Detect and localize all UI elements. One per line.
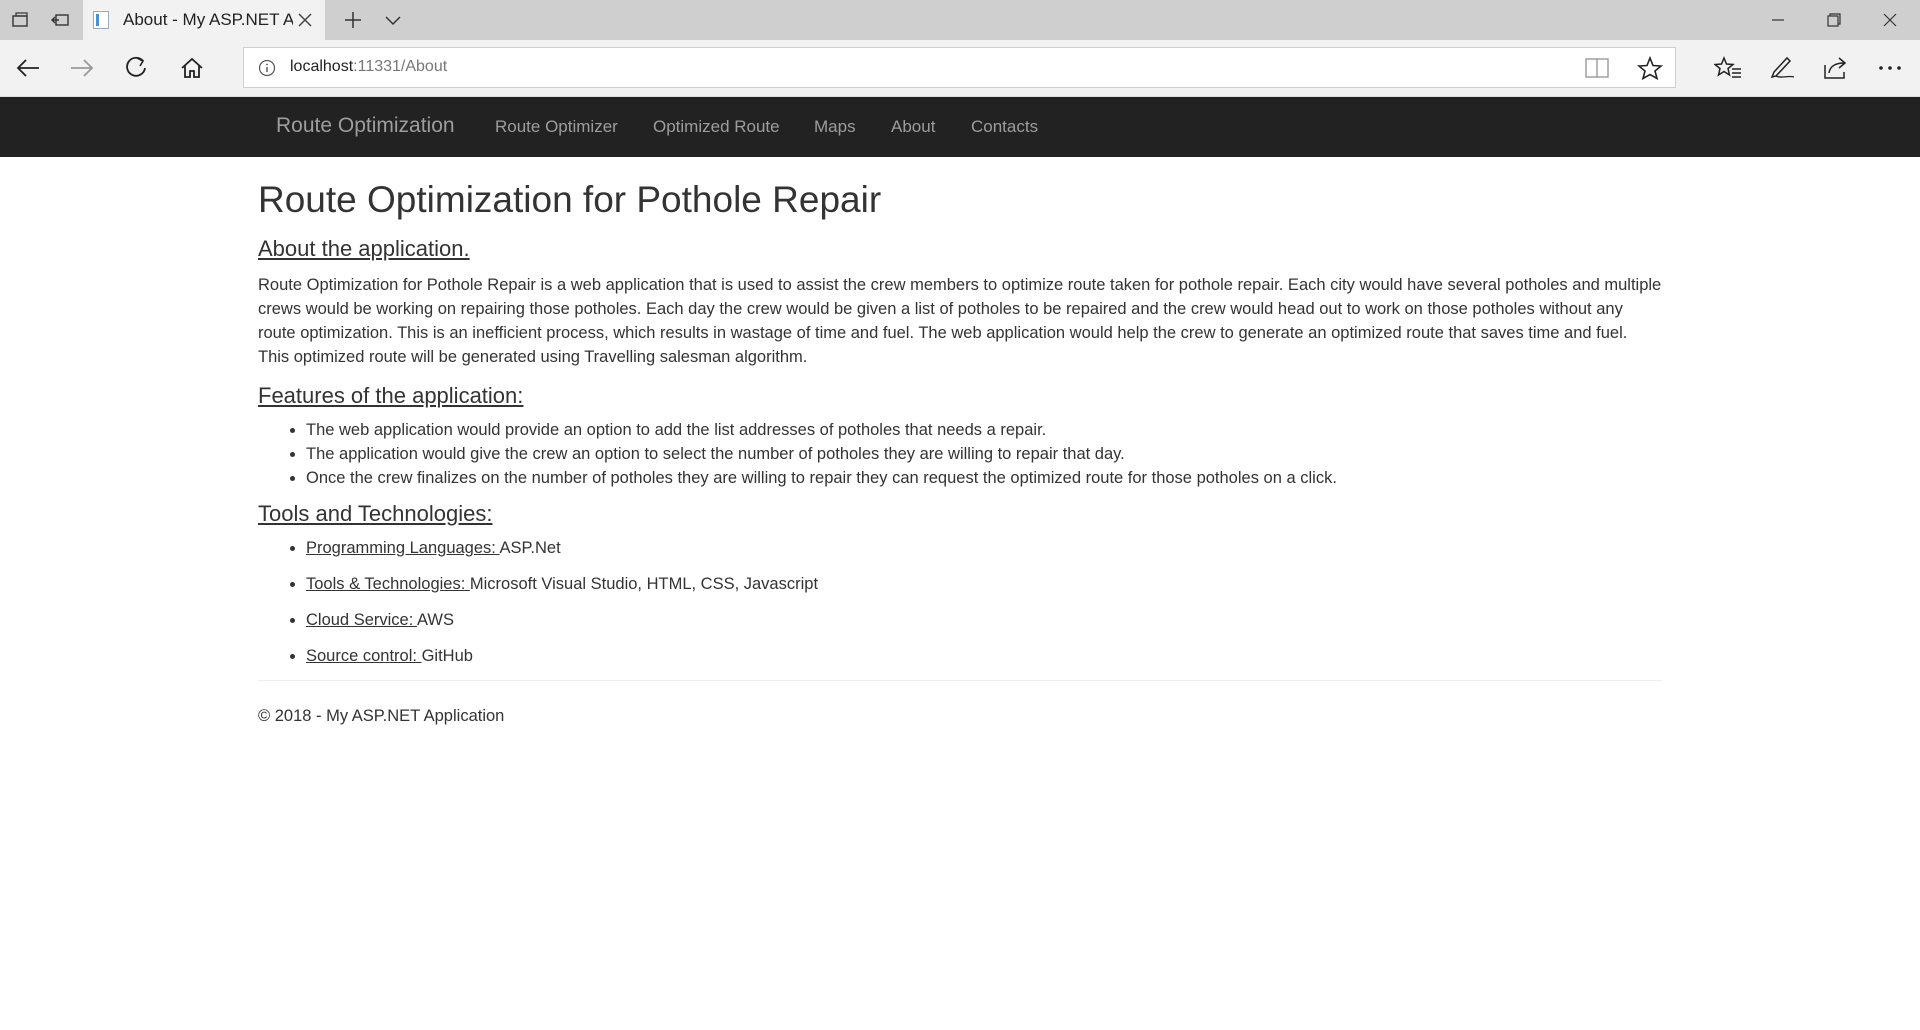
main-content: Route Optimization for Pothole Repair Ab… (258, 157, 1662, 726)
nav-link-about[interactable]: About (891, 117, 935, 137)
list-item: Programming Languages: ASP.Net (306, 536, 1662, 560)
tab-manager-icon[interactable] (6, 8, 34, 32)
list-item: Tools & Technologies: Microsoft Visual S… (306, 572, 1662, 596)
share-icon[interactable] (1818, 50, 1854, 86)
tool-label: Tools & Technologies: (306, 575, 470, 593)
about-description: Route Optimization for Pothole Repair is… (258, 276, 1662, 366)
back-arrow-icon[interactable] (10, 50, 46, 86)
url-text: localhost:11331/About (290, 58, 447, 76)
nav-link-optimized-route[interactable]: Optimized Route (653, 117, 780, 137)
nav-link-maps[interactable]: Maps (814, 117, 856, 137)
tools-list: Programming Languages: ASP.Net Tools & T… (258, 536, 1662, 668)
site-navbar: Route Optimization Route Optimizer Optim… (0, 97, 1920, 157)
tab-title: About - My ASP.NET Application (123, 10, 293, 29)
tool-value: AWS (416, 611, 454, 629)
footer-copyright: © 2018 - My ASP.NET Application (258, 707, 505, 725)
reading-view-icon[interactable] (1585, 57, 1609, 79)
forward-arrow-icon[interactable] (64, 50, 100, 86)
features-list: The web application would provide an opt… (258, 418, 1662, 490)
active-tab[interactable]: About - My ASP.NET Application (83, 0, 325, 40)
web-note-pen-icon[interactable] (1764, 50, 1800, 86)
about-heading: About the application. (258, 236, 470, 261)
tool-value: GitHub (421, 647, 473, 665)
set-tabs-aside-icon[interactable] (46, 8, 74, 32)
footer-divider (258, 680, 1662, 681)
refresh-icon[interactable] (118, 50, 154, 86)
nav-link-contacts[interactable]: Contacts (971, 117, 1038, 137)
site-info-icon[interactable] (258, 59, 276, 77)
list-item: Cloud Service: AWS (306, 608, 1662, 632)
favorites-hub-icon[interactable] (1710, 50, 1746, 86)
list-item: The application would give the crew an o… (306, 442, 1662, 466)
url-host: localhost (290, 58, 354, 75)
brand-link[interactable]: Route Optimization (276, 114, 455, 138)
minimize-icon[interactable] (1750, 0, 1806, 40)
page-title: Route Optimization for Pothole Repair (258, 179, 882, 220)
nav-link-route-optimizer[interactable]: Route Optimizer (495, 117, 618, 137)
url-path: :11331/About (353, 58, 448, 75)
page-favicon-icon (93, 11, 109, 29)
tool-value: ASP.Net (499, 539, 561, 557)
close-window-icon[interactable] (1862, 0, 1918, 40)
tool-label: Programming Languages: (306, 539, 500, 557)
features-heading: Features of the application: (258, 383, 524, 408)
tool-label: Cloud Service: (306, 611, 417, 629)
more-options-icon[interactable] (1872, 50, 1908, 86)
restore-icon[interactable] (1806, 0, 1862, 40)
list-item: Source control: GitHub (306, 644, 1662, 668)
address-bar[interactable]: localhost:11331/About (243, 47, 1676, 88)
browser-tab-strip: About - My ASP.NET Application (0, 0, 1920, 40)
close-tab-icon[interactable] (293, 8, 317, 32)
tool-label: Source control: (306, 647, 422, 665)
tool-value: Microsoft Visual Studio, HTML, CSS, Java… (469, 575, 819, 593)
new-tab-icon[interactable] (339, 8, 367, 32)
favorite-star-icon[interactable] (1637, 56, 1663, 80)
list-item: The web application would provide an opt… (306, 418, 1662, 442)
tab-preview-chevron-icon[interactable] (379, 8, 407, 32)
list-item: Once the crew finalizes on the number of… (306, 466, 1662, 490)
browser-toolbar: localhost:11331/About (0, 40, 1920, 97)
home-icon[interactable] (174, 50, 210, 86)
tools-heading: Tools and Technologies: (258, 501, 493, 526)
